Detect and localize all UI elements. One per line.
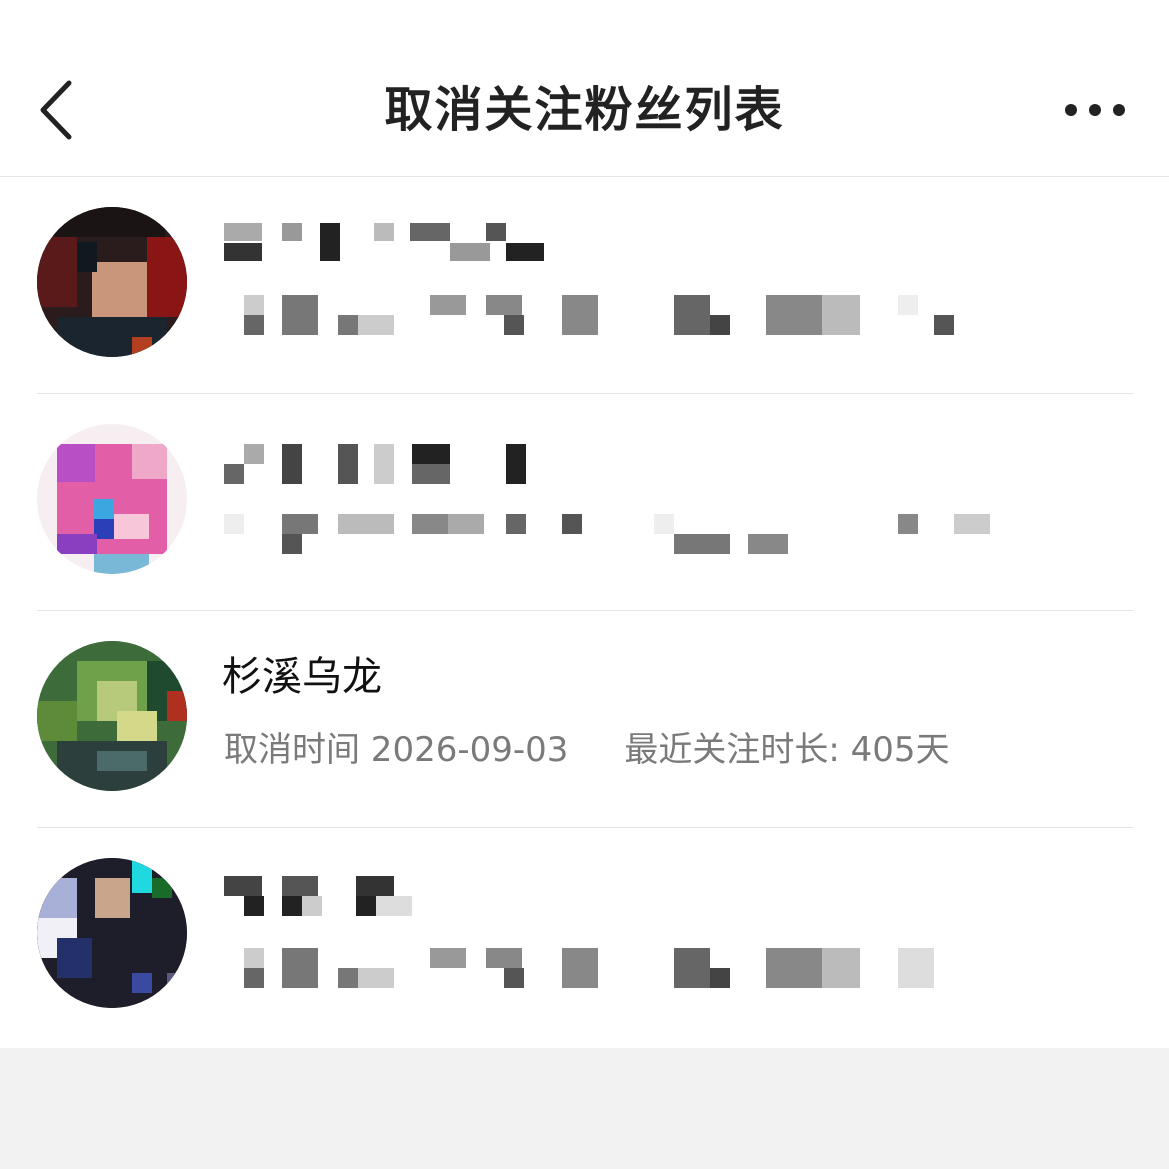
avatar[interactable]: [37, 207, 187, 357]
unfollow-time: 取消时间 2026-09-03: [224, 730, 569, 770]
list-item[interactable]: [0, 828, 1169, 1045]
pixelated-name: [224, 223, 544, 263]
pixelated-name: [224, 444, 544, 484]
pixelated-meta: [224, 948, 964, 988]
pixelated-meta: [224, 514, 994, 554]
meta-text: 取消时间 2026-09-03 最近关注时长: 405天: [224, 728, 950, 772]
avatar[interactable]: [37, 858, 187, 1008]
page-title: 取消关注粉丝列表: [384, 82, 785, 138]
top-nav-bar: 取消关注粉丝列表: [0, 0, 1169, 177]
follow-duration: 最近关注时长: 405天: [624, 730, 950, 770]
avatar[interactable]: [37, 424, 187, 574]
unfollowed-fans-list: 杉溪乌龙 取消时间 2026-09-03 最近关注时长: 405天: [0, 177, 1169, 1045]
list-item[interactable]: [0, 394, 1169, 611]
list-item[interactable]: 杉溪乌龙 取消时间 2026-09-03 最近关注时长: 405天: [0, 611, 1169, 828]
user-name: 杉溪乌龙: [222, 654, 382, 700]
list-item[interactable]: [0, 177, 1169, 394]
avatar[interactable]: [37, 641, 187, 791]
pixelated-name: [224, 876, 424, 916]
bottom-blank-area: [0, 1048, 1169, 1169]
more-button[interactable]: [1055, 92, 1135, 128]
pixelated-meta: [224, 295, 964, 335]
more-horizontal-icon: [1065, 104, 1077, 116]
